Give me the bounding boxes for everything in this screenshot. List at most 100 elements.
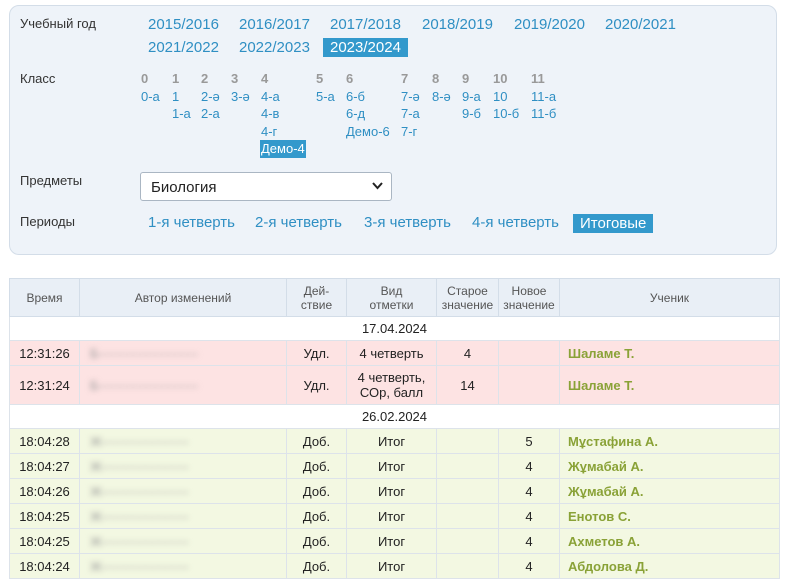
cell-time: 18:04:27 [9, 453, 80, 479]
class-link-1[interactable]: 1 [172, 88, 191, 106]
cell-time: 18:04:26 [9, 478, 80, 504]
cell-action: Доб. [286, 428, 347, 454]
table-row: 18:04:24 Ж-------------------- Доб. Итог… [9, 553, 780, 579]
cell-author: Ж-------------------- [79, 478, 287, 504]
class-link-4-a[interactable]: 4-а [261, 88, 306, 106]
period-link-final[interactable]: Итоговые [573, 214, 654, 233]
table-row: 12:31:26 Б----------------------- Удл. 4… [9, 340, 780, 366]
class-grade-6: 6 [346, 71, 354, 86]
cell-mark-kind: Итог [346, 528, 437, 554]
cell-mark-kind: Итог [346, 428, 437, 454]
period-link-q2[interactable]: 2-я четверть [255, 214, 342, 231]
cell-old-value [436, 503, 499, 529]
class-link-9-a[interactable]: 9-а [462, 88, 481, 106]
cell-student: Шаламе Т. [559, 365, 780, 405]
class-link-11-b[interactable]: 11-б [531, 105, 556, 123]
cell-mark-kind: Итог [346, 503, 437, 529]
class-link-7-ae[interactable]: 7-ә [401, 88, 420, 106]
cell-new-value: 4 [498, 478, 560, 504]
class-column-0: 0 0-а [141, 70, 160, 105]
class-link-10-b[interactable]: 10-б [493, 105, 519, 123]
cell-time: 12:31:26 [9, 340, 80, 366]
year-link-2021-2022[interactable]: 2021/2022 [148, 39, 219, 56]
col-header-action: Дей-ствие [286, 278, 347, 317]
year-link-2022-2023[interactable]: 2022/2023 [239, 39, 310, 56]
class-grade-10: 10 [493, 71, 508, 86]
cell-time: 18:04:25 [9, 528, 80, 554]
year-link-2015-2016[interactable]: 2015/2016 [148, 16, 219, 33]
class-grade-5: 5 [316, 71, 324, 86]
year-link-2023-2024[interactable]: 2023/2024 [323, 38, 408, 57]
date-group-label: 26.02.2024 [9, 404, 780, 429]
class-grade-2: 2 [201, 71, 209, 86]
class-link-0-a[interactable]: 0-а [141, 88, 160, 106]
class-column-4: 4 4-а 4-в 4-г Демо-4 [260, 70, 306, 158]
year-link-2017-2018[interactable]: 2017/2018 [330, 16, 401, 33]
class-column-10: 10 10 10-б [493, 70, 519, 123]
date-group-row: 26.02.2024 [9, 404, 780, 429]
class-link-11-a[interactable]: 11-а [531, 88, 556, 106]
class-link-9-b[interactable]: 9-б [462, 105, 481, 123]
year-link-2016-2017[interactable]: 2016/2017 [239, 16, 310, 33]
class-grade-8: 8 [432, 71, 440, 86]
class-grade-0: 0 [141, 71, 149, 86]
cell-time: 12:31:24 [9, 365, 80, 405]
cell-author: Ж-------------------- [79, 553, 287, 579]
class-link-2-a[interactable]: 2-а [201, 105, 220, 123]
class-link-4-g[interactable]: 4-г [261, 123, 306, 141]
class-link-1-a[interactable]: 1-а [172, 105, 191, 123]
cell-action: Доб. [286, 503, 347, 529]
cell-old-value [436, 553, 499, 579]
cell-old-value [436, 428, 499, 454]
class-link-8-ae[interactable]: 8-ә [432, 88, 451, 106]
cell-author: Ж-------------------- [79, 528, 287, 554]
subject-label: Предметы [20, 173, 83, 188]
class-column-6: 6 6-б 6-д Демо-6 [346, 70, 390, 140]
class-link-demo-4[interactable]: Демо-4 [260, 140, 306, 158]
subject-select-value: Биология [151, 179, 217, 196]
cell-author: Ж-------------------- [79, 453, 287, 479]
cell-author: Б----------------------- [79, 365, 287, 405]
cell-student: Шаламе Т. [559, 340, 780, 366]
class-link-5-a[interactable]: 5-а [316, 88, 335, 106]
cell-student: Мұстафина А. [559, 428, 780, 454]
class-grade-1: 1 [172, 71, 180, 86]
cell-time: 18:04:25 [9, 503, 80, 529]
year-link-2018-2019[interactable]: 2018/2019 [422, 16, 493, 33]
period-link-q1[interactable]: 1-я четверть [148, 214, 235, 231]
cell-mark-kind: Итог [346, 553, 437, 579]
class-column-3: 3 3-ә [231, 70, 250, 105]
table-row: 18:04:27 Ж-------------------- Доб. Итог… [9, 453, 780, 479]
changes-table: Время Автор изменений Дей-ствие Вид отмет… [9, 278, 780, 579]
cell-time: 18:04:24 [9, 553, 80, 579]
year-link-2020-2021[interactable]: 2020/2021 [605, 16, 676, 33]
col-header-mark-kind: Вид отметки [346, 278, 437, 317]
class-link-6-d[interactable]: 6-д [346, 105, 390, 123]
class-grade-3: 3 [231, 71, 239, 86]
class-grade-9: 9 [462, 71, 470, 86]
class-link-10[interactable]: 10 [493, 88, 519, 106]
table-row: 18:04:26 Ж-------------------- Доб. Итог… [9, 478, 780, 504]
class-grade-7: 7 [401, 71, 409, 86]
subject-select[interactable]: Биология [140, 172, 392, 201]
class-link-7-a[interactable]: 7-а [401, 105, 420, 123]
cell-student: Енотов С. [559, 503, 780, 529]
class-link-4-v[interactable]: 4-в [261, 105, 306, 123]
class-link-7-g[interactable]: 7-г [401, 123, 420, 141]
period-link-q4[interactable]: 4-я четверть [472, 214, 559, 231]
cell-student: Ахметов А. [559, 528, 780, 554]
chevron-down-icon [372, 182, 383, 190]
year-link-2019-2020[interactable]: 2019/2020 [514, 16, 585, 33]
period-link-q3[interactable]: 3-я четверть [364, 214, 451, 231]
class-link-demo-6[interactable]: Демо-6 [346, 123, 390, 141]
cell-old-value [436, 478, 499, 504]
class-link-6-b[interactable]: 6-б [346, 88, 390, 106]
class-column-7: 7 7-ә 7-а 7-г [401, 70, 420, 140]
cell-new-value: 4 [498, 453, 560, 479]
cell-new-value: 4 [498, 553, 560, 579]
class-label: Класс [20, 71, 56, 86]
class-link-3-ae[interactable]: 3-ә [231, 88, 250, 106]
col-header-student: Ученик [559, 278, 780, 317]
class-link-2-ae[interactable]: 2-ә [201, 88, 220, 106]
filter-panel: Учебный год 2015/2016 2016/2017 2017/201… [9, 5, 777, 255]
